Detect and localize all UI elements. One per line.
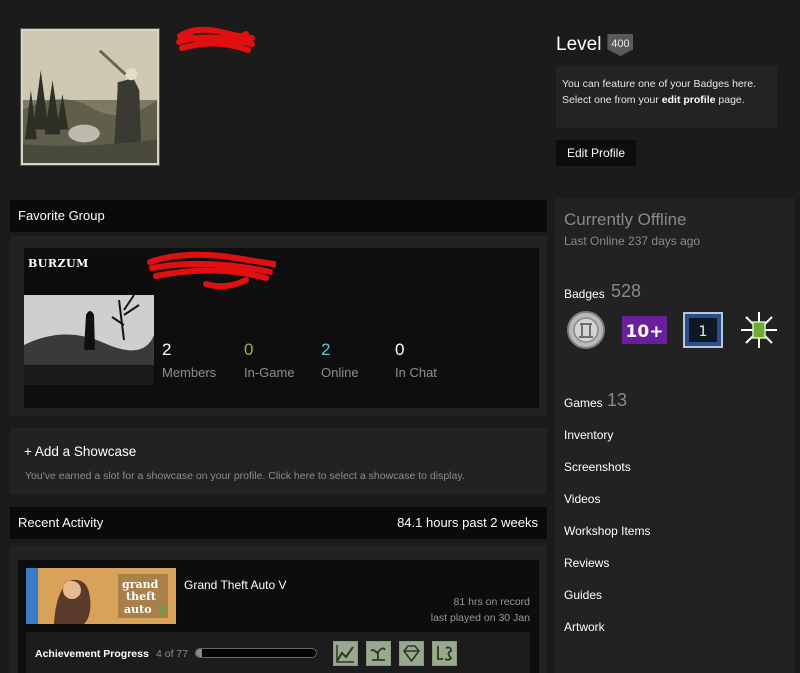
add-showcase-description: You've earned a slot for a showcase on y…	[25, 470, 465, 482]
achievement-progress-bar	[195, 648, 317, 658]
edit-profile-link[interactable]: edit profile	[662, 94, 716, 106]
last-online: Last Online 237 days ago	[564, 234, 701, 248]
games-link[interactable]: Games	[564, 396, 603, 410]
featured-badge-box: You can feature one of your Badges here.…	[556, 66, 777, 128]
years-badge-icon[interactable]: 10+	[621, 310, 668, 350]
workshop-items-link[interactable]: Workshop Items	[564, 524, 650, 538]
number-badge-text: 1	[699, 324, 708, 340]
stat-in-chat-count: 0	[395, 340, 405, 359]
stat-members-count: 2	[162, 340, 172, 359]
years-badge-text: 10+	[626, 322, 664, 342]
badges-count[interactable]: 528	[611, 281, 641, 302]
feature-line-2: Select one from your edit profile page.	[562, 92, 771, 108]
stat-online-label: Online	[321, 365, 359, 380]
favorite-group-header: Favorite Group	[10, 200, 547, 232]
achievement-letters-icon[interactable]	[432, 641, 457, 666]
achievement-chart-icon[interactable]	[333, 641, 358, 666]
achievement-plant-icon[interactable]	[366, 641, 391, 666]
stat-in-game[interactable]: 0 In-Game	[244, 340, 295, 380]
redacted-username	[176, 26, 255, 53]
stat-in-game-label: In-Game	[244, 365, 295, 380]
recent-activity-title: Recent Activity	[18, 515, 104, 530]
game-last-played: last played on 30 Jan	[430, 612, 530, 624]
level-label: Level	[556, 34, 602, 55]
add-showcase-panel[interactable]	[10, 428, 547, 494]
stat-in-game-count: 0	[244, 340, 254, 359]
group-avatar[interactable]	[24, 255, 154, 385]
level-badge: 400	[607, 34, 634, 56]
stat-online-count: 2	[321, 340, 331, 359]
add-showcase-title[interactable]: + Add a Showcase	[24, 444, 136, 459]
artwork-link[interactable]: Artwork	[564, 620, 605, 634]
avatar-image	[23, 31, 157, 163]
feature-line-2-end: page.	[715, 94, 745, 106]
recent-activity-header: Recent Activity 84.1 hours past 2 weeks	[10, 507, 547, 539]
achievement-count: 4 of 77	[156, 648, 189, 660]
redacted-group-name	[147, 251, 276, 290]
achievement-diamond-icon[interactable]	[399, 641, 424, 666]
game-name[interactable]: Grand Theft Auto V	[184, 578, 287, 592]
svg-text:auto: auto	[124, 603, 152, 616]
feature-line-2-text: Select one from your	[562, 94, 662, 106]
games-count[interactable]: 13	[607, 390, 627, 411]
svg-text:theft: theft	[126, 590, 157, 603]
recent-activity-hours: 84.1 hours past 2 weeks	[397, 515, 538, 530]
silver-coin-badge-icon[interactable]	[564, 310, 608, 350]
sparkle-gem-badge-icon[interactable]	[737, 310, 781, 350]
stat-members[interactable]: 2 Members	[162, 340, 216, 380]
number-badge-icon[interactable]: 1	[681, 310, 725, 350]
online-status: Currently Offline	[564, 210, 687, 229]
stat-in-chat[interactable]: 0 In Chat	[395, 340, 437, 380]
stat-online[interactable]: 2 Online	[321, 340, 359, 380]
screenshots-link[interactable]: Screenshots	[564, 460, 631, 474]
videos-link[interactable]: Videos	[564, 492, 600, 506]
guides-link[interactable]: Guides	[564, 588, 602, 602]
game-hours-on-record: 81 hrs on record	[453, 596, 530, 608]
achievement-progress-label[interactable]: Achievement Progress	[35, 648, 149, 660]
svg-text:V: V	[158, 604, 168, 618]
group-logo-text: BURZUM	[28, 257, 89, 270]
stat-in-chat-label: In Chat	[395, 365, 437, 380]
level-display: Level 400	[556, 34, 634, 56]
profile-avatar[interactable]	[20, 28, 160, 166]
reviews-link[interactable]: Reviews	[564, 556, 609, 570]
feature-line-1: You can feature one of your Badges here.	[562, 78, 757, 90]
badges-link[interactable]: Badges	[564, 287, 605, 301]
game-capsule-image[interactable]: grand theft auto V	[26, 568, 176, 624]
stat-members-label: Members	[162, 365, 217, 380]
inventory-link[interactable]: Inventory	[564, 428, 613, 442]
edit-profile-button[interactable]: Edit Profile	[556, 140, 636, 166]
favorite-group-title: Favorite Group	[18, 208, 105, 223]
achievement-progress-fill	[196, 649, 203, 657]
